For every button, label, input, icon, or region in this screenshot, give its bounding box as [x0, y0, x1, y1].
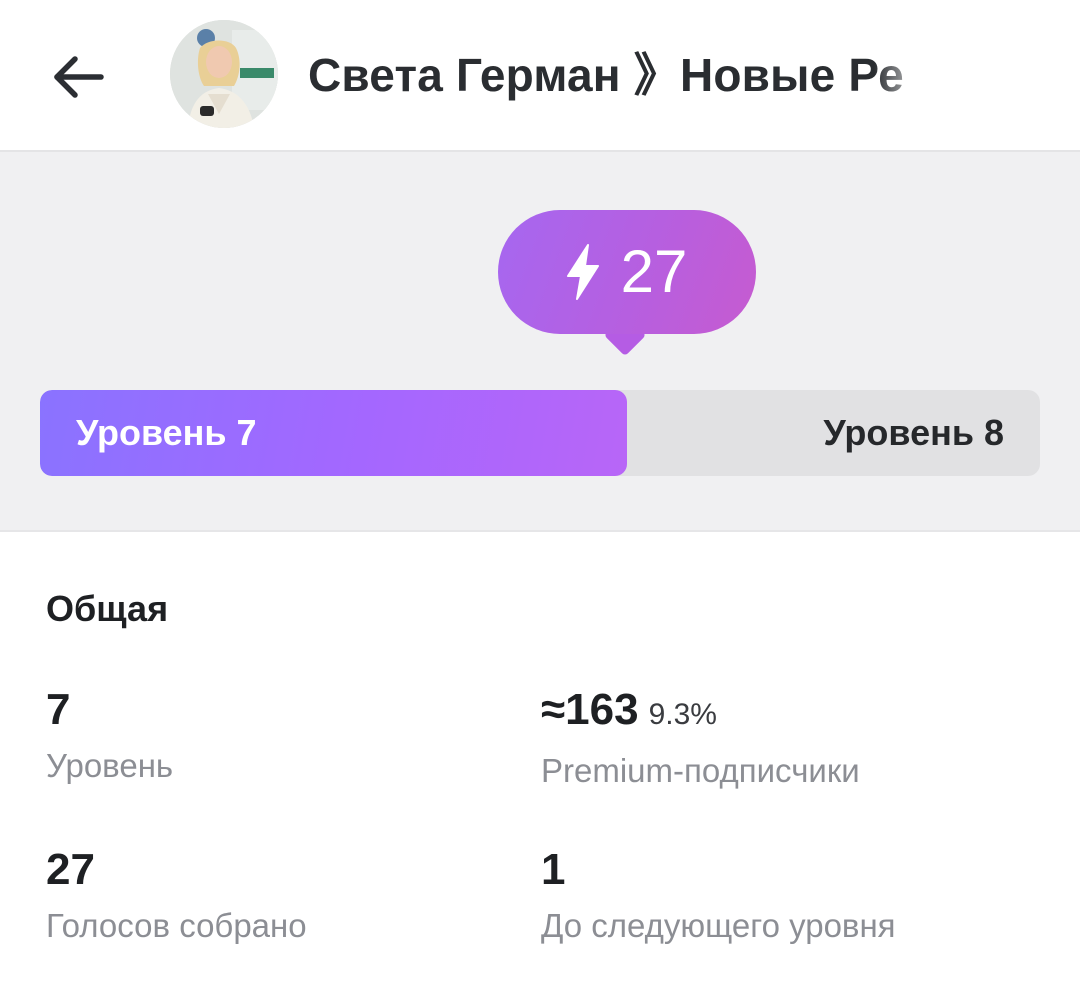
channel-avatar[interactable]: [170, 20, 278, 128]
stat-value: 27: [46, 844, 526, 896]
channel-title-text: Света Герман 》Новые Ре: [308, 49, 904, 101]
stat-premium-percent: 9.3%: [648, 698, 717, 731]
section-title: Общая: [46, 588, 169, 629]
stat-premium-subscribers: ≈163 9.3% Premium-подписчики: [541, 684, 1021, 793]
avatar-photo: [170, 20, 278, 128]
stat-value: 7: [46, 684, 526, 736]
boost-count-bubble: 27: [498, 210, 756, 334]
boost-count: 27: [620, 238, 688, 305]
stat-votes-collected: 27 Голосов собрано: [46, 844, 526, 948]
stat-value: ≈163 9.3%: [541, 684, 1021, 741]
stat-value: 1: [541, 844, 1021, 896]
boost-level-panel: 27 Уровень 7 Уровень 8: [0, 152, 1080, 532]
stat-next-label: До следующего уровня: [541, 907, 896, 944]
stats-section: Общая 7 Уровень ≈163 9.3% Premium-подписч…: [0, 532, 1080, 990]
stat-premium-label: Premium-подписчики: [541, 752, 860, 789]
stat-level-value: 7: [46, 685, 71, 734]
stat-level: 7 Уровень: [46, 684, 526, 788]
stat-votes-value: 27: [46, 845, 95, 894]
stat-premium-value: ≈163: [541, 685, 639, 734]
stat-next-value: 1: [541, 845, 566, 894]
top-app-bar: Света Герман 》Новые Ре: [0, 0, 1080, 152]
next-level-label: Уровень 8: [823, 412, 1004, 453]
stat-level-label: Уровень: [46, 747, 174, 784]
stat-votes-label: Голосов собрано: [46, 907, 307, 944]
lightning-bolt-icon: [561, 243, 605, 301]
stat-to-next-level: 1 До следующего уровня: [541, 844, 1021, 948]
title-fade-overlay: [874, 40, 934, 110]
current-level-label: Уровень 7: [76, 412, 257, 453]
level-progress-bar: Уровень 7 Уровень 8: [40, 390, 1040, 476]
channel-title: Света Герман 》Новые Ре: [308, 40, 934, 110]
arrow-left-icon: [54, 56, 104, 98]
back-button[interactable]: [44, 42, 114, 112]
